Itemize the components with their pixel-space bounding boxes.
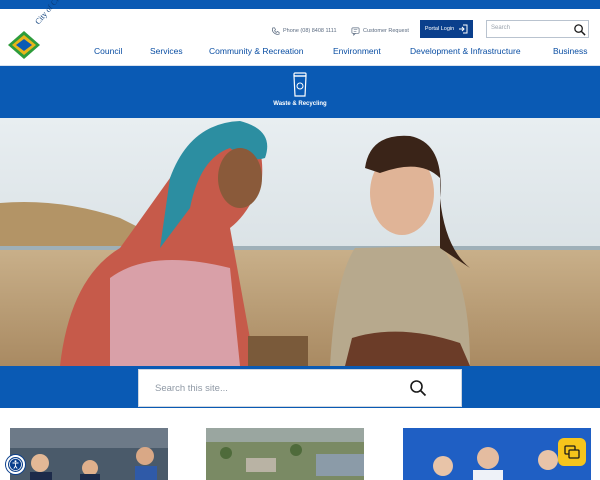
nav-item-council[interactable]: Council xyxy=(94,46,122,56)
portal-login-label: Portal Login xyxy=(424,26,455,32)
header-search-input[interactable]: Search xyxy=(486,20,589,38)
site-search-input[interactable]: Search this site... xyxy=(138,369,462,407)
top-strip xyxy=(0,0,600,9)
accessibility-button[interactable] xyxy=(6,455,25,474)
card-image-library xyxy=(10,428,168,480)
feature-cards xyxy=(0,408,600,480)
customer-request-icon xyxy=(351,27,360,36)
phone-icon xyxy=(271,27,280,35)
portal-login-button[interactable]: Portal Login xyxy=(420,20,473,38)
phone-label: Phone (08) 8408 1111 xyxy=(283,28,337,34)
recycling-bin-icon xyxy=(293,72,307,97)
card-image-aerial xyxy=(206,428,364,480)
feature-card-aerial[interactable] xyxy=(206,428,364,480)
phone-link[interactable]: Phone (08) 8408 1111 xyxy=(271,25,337,37)
header-search-placeholder: Search xyxy=(491,25,511,31)
hero-image xyxy=(0,118,600,366)
nav-item-environment[interactable]: Environment xyxy=(333,46,381,56)
waste-recycling-label: Waste & Recycling xyxy=(273,101,327,107)
site-search-placeholder: Search this site... xyxy=(155,383,228,394)
customer-request-link[interactable]: Customer Request xyxy=(351,25,409,37)
nav-item-services[interactable]: Services xyxy=(150,46,183,56)
chat-icon xyxy=(564,445,580,459)
nav-item-development-infrastructure[interactable]: Development & Infrastructure xyxy=(410,46,521,56)
site-search-icon[interactable] xyxy=(409,379,427,397)
login-icon xyxy=(459,24,468,34)
hero-photo-beach xyxy=(0,118,600,366)
nav-item-business[interactable]: Business xyxy=(553,46,588,56)
quick-links-bar: Waste & Recycling xyxy=(0,66,600,118)
chat-button[interactable] xyxy=(558,438,586,466)
feature-card-library[interactable] xyxy=(10,428,168,480)
accessibility-icon xyxy=(9,458,22,471)
site-header: City of Charles Sturt Phone (08) 8408 11… xyxy=(0,0,600,66)
customer-request-label: Customer Request xyxy=(363,28,409,34)
main-nav: Council Services Community & Recreation … xyxy=(0,46,600,60)
search-icon[interactable] xyxy=(573,23,586,36)
nav-item-community-recreation[interactable]: Community & Recreation xyxy=(209,46,303,56)
